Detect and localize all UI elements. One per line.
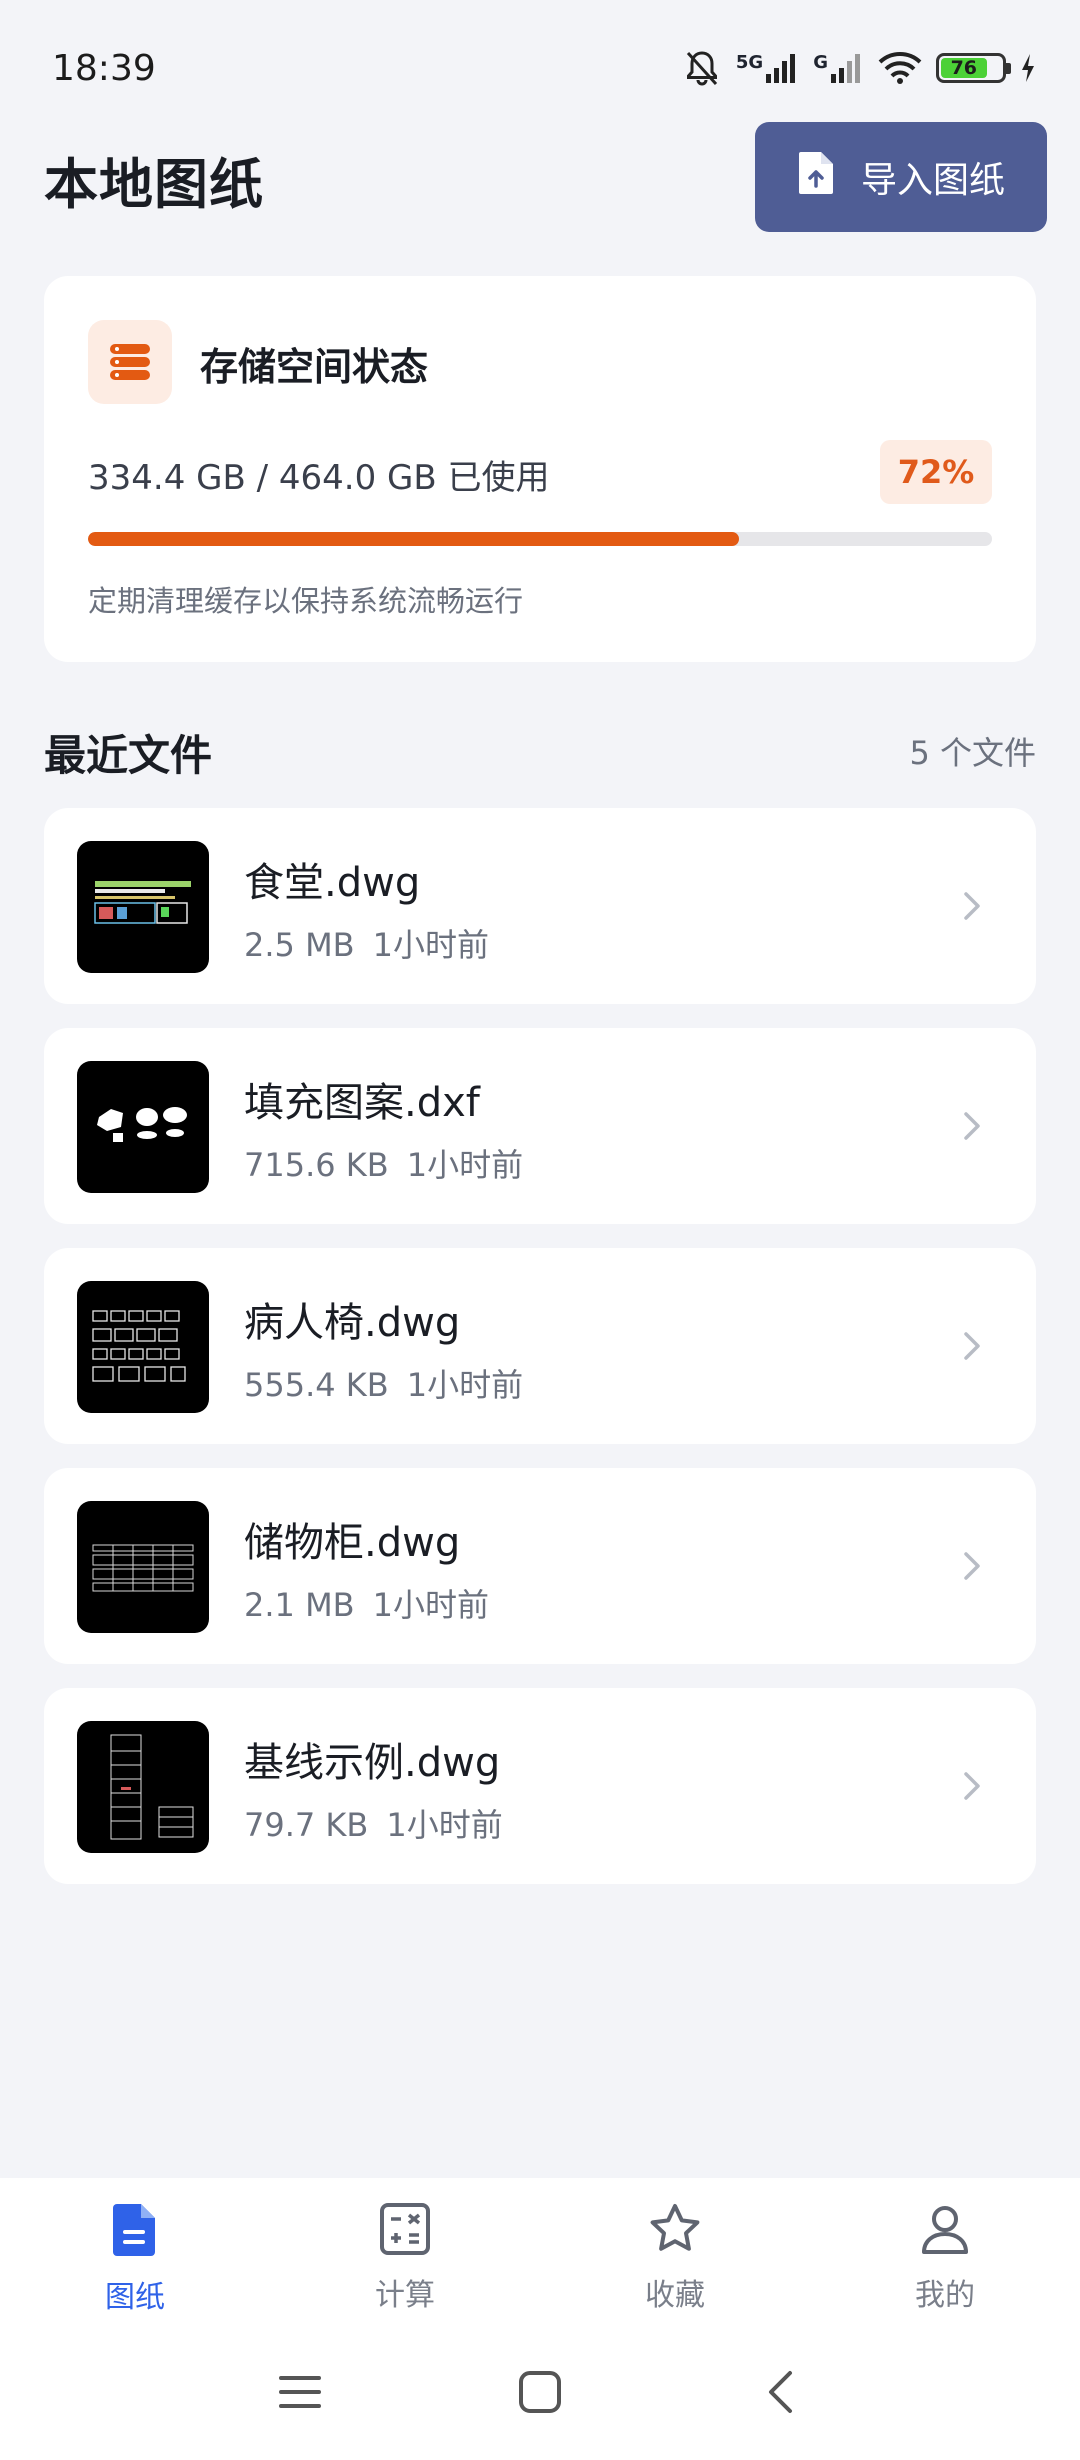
storage-percent-badge: 72%	[880, 440, 992, 504]
home-icon[interactable]	[510, 2362, 570, 2422]
file-time: 1小时前	[386, 1806, 503, 1844]
back-icon[interactable]	[750, 2362, 810, 2422]
file-time: 1小时前	[372, 1586, 489, 1624]
file-name: 食堂.dwg	[244, 860, 421, 906]
menu-icon[interactable]	[270, 2362, 330, 2422]
file-time: 1小时前	[372, 926, 489, 964]
storage-card: 存储空间状态 334.4 GB / 464.0 GB 已使用 72% 定期清理缓…	[44, 276, 1036, 662]
file-time: 1小时前	[406, 1366, 524, 1404]
nav-label: 计算	[375, 2278, 435, 2313]
battery-level: 76	[941, 57, 987, 79]
file-item[interactable]: 填充图案.dxf 715.6 KB 1小时前	[44, 1028, 1036, 1224]
recent-files-title: 最近文件	[44, 731, 213, 780]
signal-g-icon: G	[813, 52, 864, 84]
file-meta: 2.5 MB 1小时前	[244, 920, 489, 966]
page-title: 本地图纸	[44, 153, 264, 216]
file-list: 食堂.dwg 2.5 MB 1小时前 填充图案.dxf 715.6 KB 1小时前 …	[44, 808, 1036, 1908]
signal-5g-icon: 5G	[736, 52, 799, 84]
file-thumbnail	[77, 1281, 209, 1413]
nav-item-calculate[interactable]: 计算	[270, 2178, 540, 2320]
document-icon	[111, 2202, 159, 2262]
storage-tip: 定期清理缓存以保持系统流畅运行	[88, 584, 524, 618]
import-button[interactable]: 导入图纸	[755, 122, 1047, 232]
file-meta: 2.1 MB 1小时前	[244, 1580, 489, 1626]
recent-files-count: 5 个文件	[909, 734, 1036, 772]
file-item[interactable]: 食堂.dwg 2.5 MB 1小时前	[44, 808, 1036, 1004]
file-size: 79.7 KB	[244, 1806, 369, 1844]
file-upload-icon	[797, 150, 835, 205]
file-name: 填充图案.dxf	[244, 1080, 480, 1126]
file-meta: 715.6 KB 1小时前	[244, 1140, 523, 1186]
nav-label: 图纸	[105, 2280, 165, 2315]
file-item[interactable]: 病人椅.dwg 555.4 KB 1小时前	[44, 1248, 1036, 1444]
system-nav-bar	[0, 2320, 1080, 2460]
file-thumbnail	[77, 841, 209, 973]
storage-progress-bar	[88, 532, 992, 546]
file-thumbnail	[77, 1721, 209, 1853]
status-bar: 18:39 5G G 76	[0, 0, 1080, 136]
nav-item-mine[interactable]: 我的	[810, 2178, 1080, 2320]
file-thumbnail	[77, 1501, 209, 1633]
nav-label: 收藏	[645, 2278, 705, 2313]
star-icon	[648, 2202, 702, 2260]
user-icon	[918, 2202, 972, 2260]
chevron-right-icon	[952, 1766, 992, 1806]
file-size: 715.6 KB	[244, 1146, 389, 1184]
file-time: 1小时前	[406, 1146, 524, 1184]
nav-label: 我的	[915, 2278, 975, 2313]
import-button-label: 导入图纸	[860, 160, 1005, 201]
file-thumbnail	[77, 1061, 209, 1193]
bottom-nav: 图纸 计算 收藏 我的	[0, 2178, 1080, 2320]
nav-item-favorites[interactable]: 收藏	[540, 2178, 810, 2320]
mute-bell-icon	[682, 48, 722, 88]
calculator-icon	[379, 2202, 431, 2260]
file-size: 2.1 MB	[244, 1586, 355, 1624]
wifi-icon	[878, 51, 922, 85]
storage-title: 存储空间状态	[200, 345, 429, 389]
file-name: 病人椅.dwg	[244, 1300, 461, 1346]
chevron-right-icon	[952, 886, 992, 926]
chevron-right-icon	[952, 1326, 992, 1366]
status-icons: 5G G 76	[682, 48, 1036, 88]
battery-icon: 76	[936, 53, 1011, 83]
file-size: 2.5 MB	[244, 926, 355, 964]
file-meta: 79.7 KB 1小时前	[244, 1800, 503, 1846]
chevron-right-icon	[952, 1546, 992, 1586]
charging-icon	[1020, 53, 1036, 83]
nav-item-drawings[interactable]: 图纸	[0, 2178, 270, 2320]
file-item[interactable]: 基线示例.dwg 79.7 KB 1小时前	[44, 1688, 1036, 1884]
status-time: 18:39	[52, 47, 156, 89]
storage-progress-fill	[88, 532, 739, 546]
file-meta: 555.4 KB 1小时前	[244, 1360, 523, 1406]
file-size: 555.4 KB	[244, 1366, 389, 1404]
chevron-right-icon	[952, 1106, 992, 1146]
file-name: 储物柜.dwg	[244, 1520, 461, 1566]
file-item[interactable]: 储物柜.dwg 2.1 MB 1小时前	[44, 1468, 1036, 1664]
storage-icon	[88, 320, 172, 404]
storage-usage: 334.4 GB / 464.0 GB 已使用	[88, 458, 550, 498]
file-name: 基线示例.dwg	[244, 1740, 501, 1786]
